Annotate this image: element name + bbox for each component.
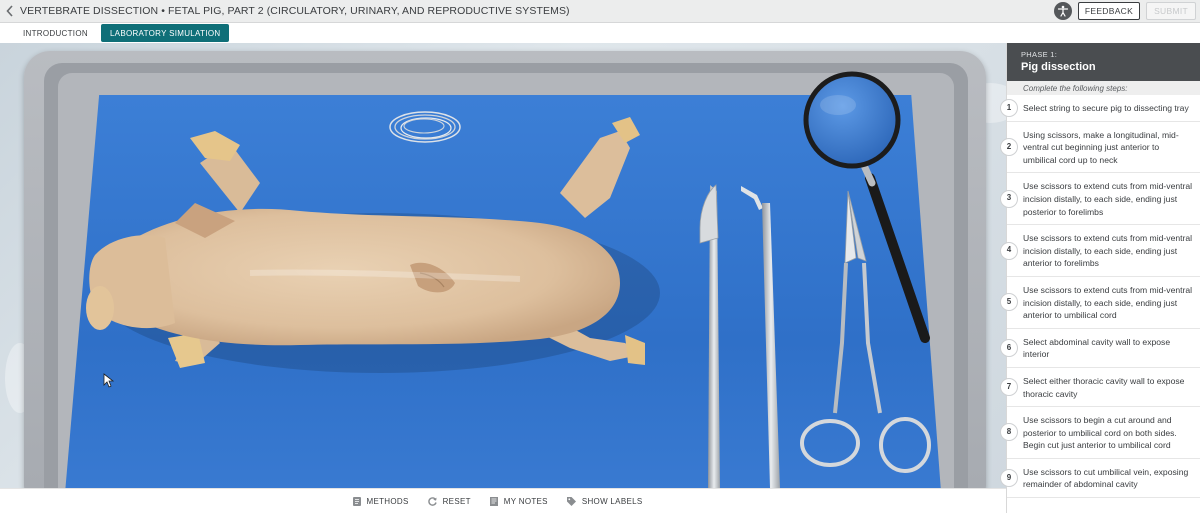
methods-button[interactable]: METHODS <box>352 496 409 507</box>
submit-button[interactable]: SUBMIT <box>1146 2 1196 20</box>
step-text: Select either thoracic cavity wall to ex… <box>1023 375 1185 399</box>
top-bar: VERTEBRATE DISSECTION • FETAL PIG, PART … <box>0 0 1200 23</box>
steps-panel: PHASE 1: Pig dissection Complete the fol… <box>1000 43 1200 513</box>
accessibility-button[interactable] <box>1053 2 1072 20</box>
step-text: Select string to secure pig to dissectin… <box>1023 103 1189 113</box>
step-text: Use scissors to cut umbilical vein, expo… <box>1023 466 1189 490</box>
tab-introduction[interactable]: INTRODUCTION <box>14 24 97 42</box>
step-number: 9 <box>1000 468 1018 487</box>
phase-label: PHASE 1: <box>1021 50 1058 59</box>
step-number: 5 <box>1000 293 1018 312</box>
app-title: VERTEBRATE DISSECTION • FETAL PIG, PART … <box>20 5 570 17</box>
chevron-left-icon <box>6 5 13 17</box>
tab-laboratory-simulation[interactable]: LABORATORY SIMULATION <box>100 24 230 42</box>
scene-objects <box>86 71 931 488</box>
phase-header: PHASE 1: Pig dissection <box>1007 43 1200 81</box>
step-number: 6 <box>1000 338 1018 357</box>
steps-instruction: Complete the following steps: <box>1007 81 1200 95</box>
scalpel[interactable] <box>699 184 720 488</box>
step-item: 4 Use scissors to extend cuts from mid-ve… <box>1000 225 1200 277</box>
my-notes-label: MY NOTES <box>503 496 548 506</box>
simulation-stage[interactable] <box>0 43 1006 488</box>
app-window: VERTEBRATE DISSECTION • FETAL PIG, PART … <box>0 0 1200 513</box>
bottom-toolbar: METHODS RESET MY NOTES SHOW LABELS <box>0 488 1006 513</box>
feedback-button[interactable]: FEEDBACK <box>1077 2 1141 20</box>
step-number: 1 <box>1000 98 1018 117</box>
dissecting-probe[interactable] <box>741 186 780 488</box>
accessibility-icon <box>1057 5 1068 17</box>
book-icon <box>352 496 361 506</box>
methods-label: METHODS <box>366 496 409 506</box>
reset-button[interactable]: RESET <box>427 496 471 507</box>
tag-icon <box>566 496 576 506</box>
fetal-pig[interactable] <box>86 117 660 373</box>
step-text: Use scissors to extend cuts from mid-ven… <box>1023 233 1193 269</box>
step-item: 1 Select string to secure pig to dissecti… <box>1000 95 1200 122</box>
scissors[interactable] <box>800 190 931 473</box>
string-coil[interactable] <box>389 111 461 143</box>
step-list: 1 Select string to secure pig to dissecti… <box>1000 95 1200 499</box>
step-text: Select abdominal cavity wall to expose i… <box>1023 336 1171 360</box>
step-item: 5 Use scissors to extend cuts from mid-ve… <box>1000 277 1200 329</box>
step-number: 8 <box>1000 423 1018 442</box>
step-item: 6 Select abdominal cavity wall to expose … <box>1000 329 1200 368</box>
step-number: 3 <box>1000 189 1018 208</box>
show-labels-label: SHOW LABELS <box>581 496 643 506</box>
step-item: 7 Select either thoracic cavity wall to e… <box>1000 368 1200 408</box>
step-number: 7 <box>1000 378 1018 396</box>
step-item: 2 Using scissors, make a longitudinal, mi… <box>1000 122 1200 174</box>
back-button[interactable] <box>0 0 20 23</box>
step-text: Using scissors, make a longitudinal, mid… <box>1023 129 1179 165</box>
notes-icon <box>489 496 498 506</box>
step-number: 2 <box>1000 137 1018 156</box>
phase-title: Pig dissection <box>1021 61 1096 73</box>
tab-bar: INTRODUCTION LABORATORY SIMULATION <box>0 23 1200 43</box>
step-text: Use scissors to extend cuts from mid-ven… <box>1023 181 1193 217</box>
mouse-cursor <box>103 373 115 388</box>
step-item: 8 Use scissors to begin a cut around and … <box>1000 407 1200 459</box>
my-notes-button[interactable]: MY NOTES <box>489 496 548 507</box>
reset-icon <box>427 496 437 506</box>
top-right-actions: FEEDBACK SUBMIT <box>1053 2 1196 20</box>
step-text: Use scissors to begin a cut around and p… <box>1023 415 1177 451</box>
step-item: 3 Use scissors to extend cuts from mid-ve… <box>1000 173 1200 226</box>
step-item: 9 Use scissors to cut umbilical vein, exp… <box>1000 459 1200 499</box>
step-text: Use scissors to extend cuts from mid-ven… <box>1023 284 1193 321</box>
show-labels-button[interactable]: SHOW LABELS <box>566 496 643 507</box>
step-number: 4 <box>1000 241 1018 260</box>
reset-label: RESET <box>442 496 471 506</box>
